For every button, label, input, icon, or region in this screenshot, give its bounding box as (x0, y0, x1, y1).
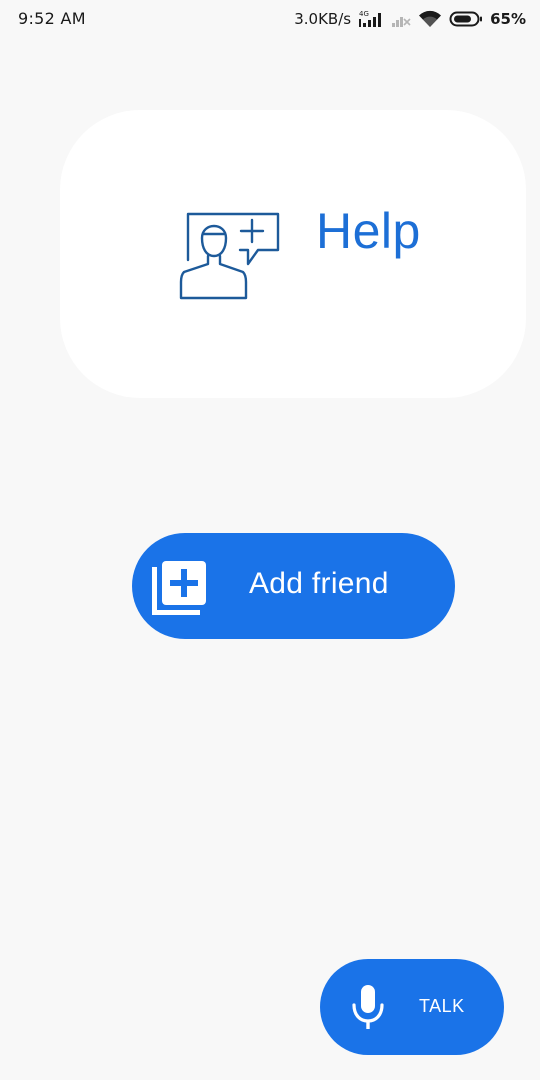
help-label: Help (316, 203, 421, 259)
microphone-icon (351, 983, 385, 1035)
help-card[interactable]: Help (60, 110, 526, 398)
add-friend-label: Add friend (249, 567, 389, 600)
status-bar: 9:52 AM 3.0KB/s 4G 65% (0, 0, 540, 38)
talk-label: TALK (419, 996, 465, 1016)
person-chat-plus-icon (178, 208, 282, 304)
status-indicators: 3.0KB/s 4G 65% (294, 9, 526, 29)
library-add-icon (150, 559, 208, 621)
status-time: 9:52 AM (18, 9, 86, 28)
network-type-label: 4G (359, 10, 369, 18)
signal-no-service-icon (391, 9, 411, 29)
battery-percent: 65% (490, 10, 526, 28)
battery-icon (449, 9, 483, 29)
wifi-icon (418, 9, 442, 29)
talk-button[interactable]: TALK (320, 959, 504, 1055)
add-friend-button[interactable]: Add friend (132, 533, 455, 639)
signal-4g-icon: 4G (358, 9, 384, 29)
network-speed: 3.0KB/s (294, 10, 352, 28)
